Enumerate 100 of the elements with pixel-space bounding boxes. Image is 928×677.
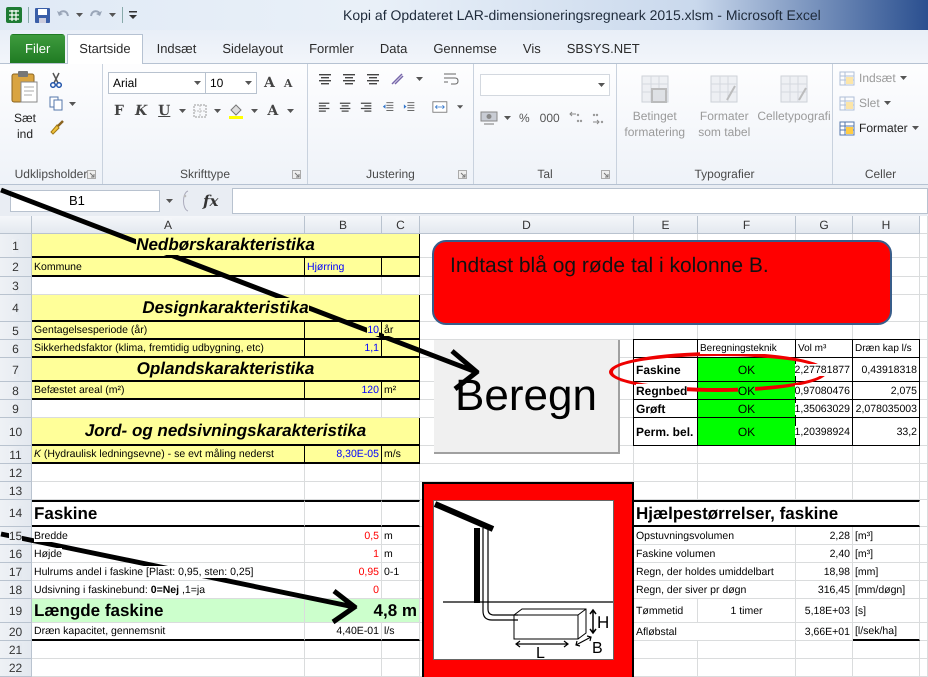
row-number[interactable]: 14	[0, 500, 32, 527]
font-color-button[interactable]: A	[265, 103, 280, 119]
font-family-field[interactable]: Arial	[108, 72, 206, 94]
formula-field[interactable]	[232, 188, 928, 214]
status-cell: OK	[697, 417, 796, 446]
font-size-field[interactable]: 10	[205, 72, 257, 94]
caret-icon[interactable]	[416, 77, 423, 81]
row-number[interactable]: 2	[0, 258, 32, 277]
wrap-text-icon[interactable]	[443, 72, 459, 86]
bold-button[interactable]: F	[112, 103, 126, 119]
row-number[interactable]: 3	[0, 277, 32, 295]
row-number[interactable]: 11	[0, 446, 32, 464]
launcher-icon[interactable]	[292, 170, 301, 178]
align-left-icon[interactable]	[318, 101, 330, 113]
thousands-button[interactable]: 000	[538, 111, 562, 125]
copy-icon[interactable]	[49, 96, 64, 111]
table-icon[interactable]	[839, 120, 855, 136]
ribbon-tab[interactable]: Gennemse	[421, 34, 509, 63]
caret-icon[interactable]	[194, 81, 201, 85]
align-right-icon[interactable]	[360, 101, 373, 113]
percent-button[interactable]: %	[517, 111, 532, 125]
grow-font-button[interactable]: A	[262, 75, 277, 91]
shrink-font-button[interactable]: A	[282, 76, 294, 90]
align-center-icon[interactable]	[339, 101, 352, 113]
cell-label: Dræn kapacitet, gennemsnit	[32, 623, 305, 641]
caret-icon[interactable]	[598, 83, 605, 87]
column-header[interactable]: F	[698, 216, 796, 234]
cells-button[interactable]: Formater	[839, 120, 922, 136]
cut-icon[interactable]	[49, 72, 63, 88]
increase-decimal-icon[interactable]	[568, 111, 584, 125]
caret-icon[interactable]	[69, 102, 76, 106]
ribbon-tab[interactable]: Formler	[297, 34, 366, 63]
caret-icon[interactable]	[504, 116, 511, 120]
launcher-icon[interactable]	[458, 170, 467, 178]
ribbon-tab[interactable]: Sidelayout	[210, 34, 296, 63]
borders-icon[interactable]	[193, 104, 208, 118]
column-header[interactable]: C	[382, 216, 420, 234]
ribbon-tab[interactable]: SBSYS.NET	[554, 34, 652, 63]
format-painter-icon[interactable]	[49, 119, 65, 135]
row-number[interactable]: 20	[0, 623, 32, 641]
fill-color-icon[interactable]	[228, 103, 244, 119]
caret-icon[interactable]	[251, 109, 258, 113]
orientation-icon[interactable]	[390, 72, 406, 86]
caret-icon[interactable]	[214, 109, 222, 113]
row-number[interactable]: 6	[0, 340, 32, 358]
row-number[interactable]: 12	[0, 464, 32, 482]
row-number[interactable]: 19	[0, 599, 32, 623]
column-header[interactable]: E	[634, 216, 698, 234]
caret-icon[interactable]	[109, 13, 116, 17]
column-header[interactable]: G	[796, 216, 853, 234]
ribbon-tab[interactable]: Vis	[510, 34, 553, 63]
caret-icon[interactable]	[179, 109, 186, 113]
column-header[interactable]: H	[853, 216, 920, 234]
ribbon-tab[interactable]: Startside	[67, 34, 143, 64]
underline-button[interactable]: U	[156, 103, 172, 119]
customize-icon[interactable]	[129, 10, 137, 20]
column-header[interactable]: B	[305, 216, 382, 234]
indent-decrease-icon[interactable]	[382, 101, 394, 113]
row-number[interactable]: 5	[0, 322, 32, 340]
row-number[interactable]: 21	[0, 641, 32, 659]
section-title: Jord- og nedsivningskarakteristika	[32, 418, 420, 446]
save-icon[interactable]	[35, 8, 50, 22]
currency-icon[interactable]	[480, 110, 498, 126]
indent-increase-icon[interactable]	[402, 101, 416, 113]
row-number[interactable]: 18	[0, 581, 32, 599]
number-format-field[interactable]	[480, 74, 610, 96]
row-number[interactable]: 4	[0, 295, 32, 322]
row-number[interactable]: 16	[0, 545, 32, 563]
align-middle-icon[interactable]	[342, 73, 356, 85]
clipboard-icon[interactable]	[11, 70, 39, 104]
align-top-icon[interactable]	[318, 73, 332, 85]
launcher-icon[interactable]	[87, 170, 96, 178]
row-number[interactable]: 1	[0, 234, 32, 258]
paste-button[interactable]: Sæt ind	[5, 70, 45, 164]
row-number[interactable]: 22	[0, 659, 32, 677]
align-bottom-icon[interactable]	[366, 73, 380, 85]
launcher-icon[interactable]	[601, 170, 610, 178]
ribbon-tab[interactable]: Data	[368, 34, 420, 63]
calculate-button[interactable]: Beregn	[434, 340, 620, 454]
name-box[interactable]: B1	[10, 190, 160, 212]
caret-icon[interactable]	[287, 109, 294, 113]
caret-icon[interactable]	[166, 198, 173, 202]
caret-icon[interactable]	[76, 13, 83, 17]
spreadsheet-icon[interactable]	[6, 7, 22, 23]
ribbon-tab[interactable]: Indsæt	[144, 34, 208, 63]
row-number[interactable]: 7	[0, 358, 32, 382]
row-number[interactable]: 9	[0, 400, 32, 418]
merge-cells-icon[interactable]	[432, 100, 448, 114]
column-header[interactable]: A	[32, 216, 305, 234]
file-tab[interactable]: Filer	[10, 34, 66, 63]
caret-icon[interactable]	[456, 105, 463, 109]
row-number[interactable]: 13	[0, 482, 32, 500]
column-header[interactable]: D	[420, 216, 634, 234]
row-number[interactable]: 10	[0, 418, 32, 446]
caret-icon[interactable]	[245, 81, 252, 85]
row-number[interactable]: 17	[0, 563, 32, 581]
insert-function-button[interactable]: fx	[195, 192, 226, 210]
row-number[interactable]: 8	[0, 382, 32, 400]
caret-icon[interactable]	[912, 126, 919, 130]
italic-button[interactable]: K	[132, 103, 150, 119]
